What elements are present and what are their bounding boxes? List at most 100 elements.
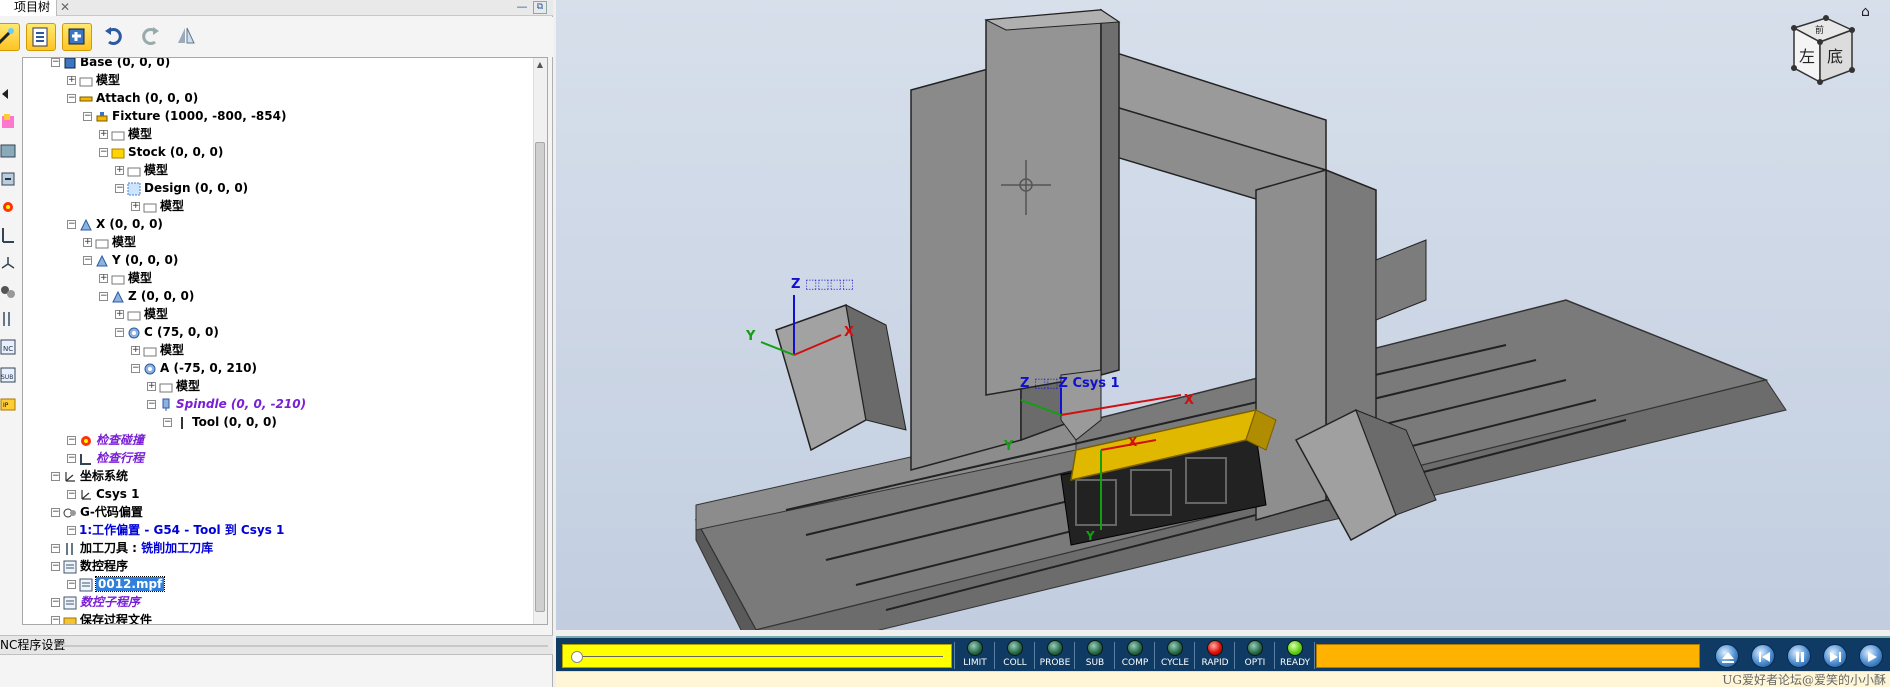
view-cube[interactable]: 前 左 底 bbox=[1791, 15, 1855, 85]
pause-button[interactable] bbox=[1787, 644, 1811, 668]
status-lamp-sub[interactable]: SUB bbox=[1076, 640, 1114, 671]
minimize-button[interactable]: — bbox=[516, 1, 528, 14]
tree-node[interactable]: − 0012.mpf bbox=[67, 576, 166, 592]
sub-icon[interactable]: SUB bbox=[0, 366, 16, 386]
rewind-button[interactable] bbox=[1751, 644, 1775, 668]
explosion-icon[interactable] bbox=[0, 198, 16, 218]
tree-node[interactable]: − Z (0, 0, 0) bbox=[99, 288, 194, 304]
close-icon[interactable]: ✕ bbox=[60, 0, 70, 15]
tree-node[interactable]: + 模型 bbox=[67, 72, 120, 88]
nc-program-settings-tab[interactable]: NC程序设置 bbox=[0, 635, 553, 655]
tree-node[interactable]: − 加工刀具 : 铣削加工刀库 bbox=[51, 540, 213, 556]
mirror-button[interactable] bbox=[172, 23, 202, 51]
expand-toggle-icon[interactable]: − bbox=[147, 400, 156, 409]
expand-toggle-icon[interactable]: − bbox=[51, 562, 60, 571]
tree-node[interactable]: − 数控子程序 bbox=[51, 594, 140, 610]
xyz-axes-icon[interactable] bbox=[0, 254, 16, 274]
status-lamp-cycle[interactable]: CYCLE bbox=[1156, 640, 1194, 671]
expand-toggle-icon[interactable]: − bbox=[67, 526, 76, 535]
tree-node[interactable]: + 模型 bbox=[99, 126, 152, 142]
status-lamp-ready[interactable]: READY bbox=[1276, 640, 1314, 671]
status-lamp-comp[interactable]: COMP bbox=[1116, 640, 1154, 671]
expand-toggle-icon[interactable]: − bbox=[67, 436, 76, 445]
collapse-arrow-icon[interactable] bbox=[0, 88, 16, 108]
tree-node[interactable]: + 模型 bbox=[115, 162, 168, 178]
expand-toggle-icon[interactable]: + bbox=[83, 238, 92, 247]
expand-toggle-icon[interactable]: − bbox=[51, 508, 60, 517]
expand-toggle-icon[interactable]: + bbox=[115, 166, 124, 175]
tree-node[interactable]: − Fixture (1000, -800, -854) bbox=[83, 108, 286, 124]
tree-node[interactable]: − A (-75, 0, 210) bbox=[131, 360, 257, 376]
balls-icon[interactable] bbox=[0, 282, 16, 302]
expand-toggle-icon[interactable]: + bbox=[147, 382, 156, 391]
collision-tool-button[interactable] bbox=[0, 23, 20, 51]
tree-node[interactable]: −1:工作偏置 - G54 - Tool 到 Csys 1 bbox=[67, 522, 284, 538]
tree-node[interactable]: − Attach (0, 0, 0) bbox=[67, 90, 198, 106]
tree-node[interactable]: − 保存过程文件 bbox=[51, 612, 152, 624]
status-lamp-coll[interactable]: COLL bbox=[996, 640, 1034, 671]
expand-toggle-icon[interactable]: − bbox=[67, 220, 76, 229]
status-lamp-limit[interactable]: LIMIT bbox=[956, 640, 994, 671]
expand-toggle-icon[interactable]: − bbox=[67, 580, 76, 589]
tree-scrollbar[interactable]: ▲ bbox=[533, 58, 547, 624]
scrollbar-thumb[interactable] bbox=[535, 142, 545, 612]
tree-node[interactable]: + 模型 bbox=[115, 306, 168, 322]
expand-toggle-icon[interactable]: − bbox=[51, 616, 60, 624]
expand-toggle-icon[interactable]: − bbox=[99, 292, 108, 301]
status-lamp-rapid[interactable]: RAPID bbox=[1196, 640, 1234, 671]
tree-node[interactable]: − Csys 1 bbox=[67, 486, 139, 502]
properties-button[interactable] bbox=[26, 23, 56, 51]
tree-node[interactable]: − Spindle (0, 0, -210) bbox=[147, 396, 306, 412]
expand-toggle-icon[interactable]: − bbox=[115, 328, 124, 337]
expand-toggle-icon[interactable]: − bbox=[67, 490, 76, 499]
expand-toggle-icon[interactable]: − bbox=[163, 418, 172, 427]
tree-node[interactable]: − 检查行程 bbox=[67, 450, 144, 466]
tree-node[interactable]: − Stock (0, 0, 0) bbox=[99, 144, 223, 160]
expand-toggle-icon[interactable]: + bbox=[131, 346, 140, 355]
add-component-button[interactable] bbox=[62, 23, 92, 51]
nc-icon[interactable]: NC bbox=[0, 338, 16, 358]
scrubber-handle[interactable] bbox=[571, 651, 583, 663]
play-button[interactable] bbox=[1859, 644, 1883, 668]
status-lamp-opti[interactable]: OPTI bbox=[1236, 640, 1274, 671]
tools-icon[interactable] bbox=[0, 310, 16, 330]
tree-node[interactable]: − 检查碰撞 bbox=[67, 432, 144, 448]
ip-folder-icon[interactable]: IP bbox=[0, 394, 16, 414]
scroll-up-arrow-icon[interactable]: ▲ bbox=[535, 60, 545, 70]
3d-viewport[interactable]: Z ⬚⬚⬚⬚ X Y Z ⬚⬚Z Csys 1 X Y X Y 前 左 底 ⌂ bbox=[556, 0, 1890, 630]
tool-library-link[interactable]: 铣削加工刀库 bbox=[141, 541, 213, 555]
tree-node[interactable]: + 模型 bbox=[147, 378, 200, 394]
step-forward-button[interactable] bbox=[1823, 644, 1847, 668]
axis-stack-icon[interactable] bbox=[0, 226, 16, 246]
expand-toggle-icon[interactable]: − bbox=[51, 544, 60, 553]
tree-node[interactable]: − Base (0, 0, 0) bbox=[51, 58, 170, 70]
expand-toggle-icon[interactable]: + bbox=[115, 310, 124, 319]
expand-toggle-icon[interactable]: − bbox=[51, 598, 60, 607]
tree-node[interactable]: − Y (0, 0, 0) bbox=[83, 252, 178, 268]
tree-node[interactable]: + 模型 bbox=[131, 198, 184, 214]
simulation-scrubber[interactable] bbox=[562, 644, 952, 668]
expand-toggle-icon[interactable]: − bbox=[67, 94, 76, 103]
expand-toggle-icon[interactable]: − bbox=[67, 454, 76, 463]
eject-button[interactable] bbox=[1715, 644, 1739, 668]
expand-toggle-icon[interactable]: + bbox=[67, 76, 76, 85]
panel-icon[interactable] bbox=[0, 142, 16, 162]
restore-button[interactable]: ⧉ bbox=[533, 1, 547, 14]
expand-toggle-icon[interactable]: − bbox=[83, 256, 92, 265]
tree-node[interactable]: − C (75, 0, 0) bbox=[115, 324, 219, 340]
expand-toggle-icon[interactable]: + bbox=[99, 130, 108, 139]
expand-toggle-icon[interactable]: − bbox=[51, 472, 60, 481]
tree-node[interactable]: + 模型 bbox=[131, 342, 184, 358]
home-view-icon[interactable]: ⌂ bbox=[1861, 4, 1870, 20]
expand-toggle-icon[interactable]: − bbox=[99, 148, 108, 157]
tree-node[interactable]: − X (0, 0, 0) bbox=[67, 216, 163, 232]
expand-toggle-icon[interactable]: − bbox=[115, 184, 124, 193]
tree-node[interactable]: + 模型 bbox=[99, 270, 152, 286]
undo-button[interactable] bbox=[100, 23, 130, 51]
tree-node[interactable]: − G-代码偏置 bbox=[51, 504, 143, 520]
status-lamp-probe[interactable]: PROBE bbox=[1036, 640, 1074, 671]
expand-toggle-icon[interactable]: − bbox=[51, 58, 60, 67]
tree-node[interactable]: − Tool (0, 0, 0) bbox=[163, 414, 277, 430]
tree-node[interactable]: − 坐标系统 bbox=[51, 468, 128, 484]
expand-toggle-icon[interactable]: − bbox=[83, 112, 92, 121]
